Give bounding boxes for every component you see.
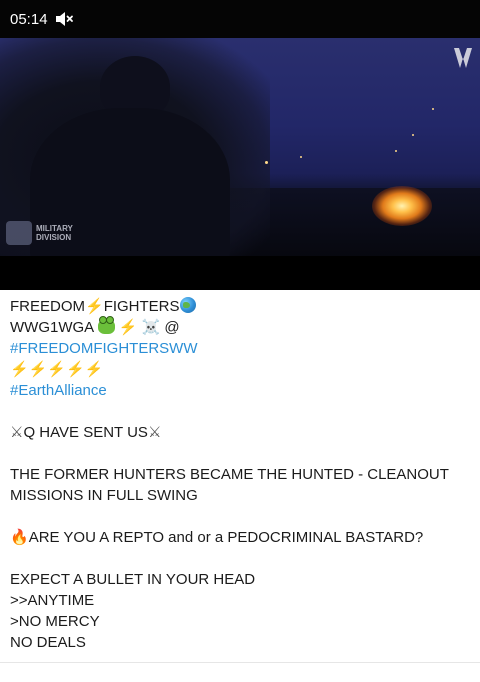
post-line-q: ⚔Q HAVE SENT US⚔ — [10, 424, 162, 441]
video-duration: 05:14 — [10, 10, 48, 28]
lightning-row-icon: ⚡⚡⚡⚡⚡ — [10, 361, 104, 378]
globe-icon — [179, 297, 196, 313]
mute-icon[interactable] — [54, 10, 74, 28]
crossed-swords-icon: ⚔ — [10, 424, 24, 441]
lightning-icon: ⚡ — [118, 319, 138, 336]
watermark-line2: DIVISION — [36, 233, 72, 242]
post-line-wwg1wga: WWG1WGA ⚡ ☠️ @ — [10, 316, 180, 336]
skull-icon: ☠️ — [141, 319, 161, 336]
tracer-spark — [300, 156, 302, 158]
watermark-line1: MILITARY — [36, 224, 73, 233]
tracer-spark — [265, 161, 268, 164]
post-line-freedom-fighters: FREEDOM⚡FIGHTERS — [10, 296, 472, 317]
post-line-hunters: THE FORMER HUNTERS BECAME THE HUNTED - C… — [10, 466, 449, 504]
video-bottom-band — [0, 256, 480, 290]
tracer-spark — [432, 108, 434, 110]
hashtag-freedomfightersww[interactable]: #FREEDOMFIGHTERSWW — [10, 338, 472, 359]
post-line-expect: EXPECT A BULLET IN YOUR HEAD — [10, 571, 256, 588]
post-line-no-deals: NO DEALS — [10, 634, 86, 651]
post-line-repto: 🔥ARE YOU A REPTO and or a PEDOCRIMINAL B… — [10, 529, 424, 546]
watermark-logo-icon — [6, 221, 32, 245]
explosion-glow — [372, 186, 432, 226]
video-player[interactable]: MILITARY DIVISION 05:14 — [0, 0, 480, 290]
frog-icon — [97, 316, 115, 334]
military-division-watermark: MILITARY DIVISION — [6, 218, 78, 248]
hashtag-earthalliance[interactable]: #EarthAlliance — [10, 380, 472, 401]
channel-logo-icon — [454, 48, 472, 68]
post-text: FREEDOM⚡FIGHTERS WWG1WGA ⚡ ☠️ @ #FREEDOM… — [10, 296, 472, 653]
video-time-row: 05:14 — [10, 10, 74, 28]
fire-icon: 🔥 — [10, 529, 29, 546]
post-line-no-mercy: >NO MERCY — [10, 613, 100, 630]
post-line-anytime: >>ANYTIME — [10, 592, 95, 609]
crossed-swords-icon: ⚔ — [147, 424, 162, 441]
tracer-spark — [412, 134, 414, 136]
tracer-spark — [395, 150, 397, 152]
lightning-icon: ⚡ — [85, 298, 104, 315]
post-divider — [0, 662, 480, 663]
